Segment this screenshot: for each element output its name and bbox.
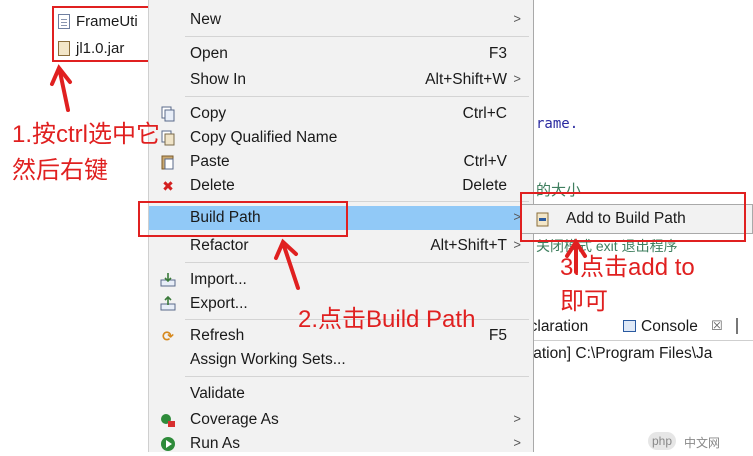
annotation-step3-line2: 即可 [560, 288, 608, 315]
annotation-step1-line1: 1.按ctrl选中它 [12, 121, 161, 148]
annotation-arrows [50, 64, 587, 290]
annotation-step3-line1: 3.点击add to [560, 254, 695, 281]
watermark-php-badge: php [648, 432, 677, 450]
watermark-site-text: 中文网 [684, 436, 721, 450]
annotation-step2: 2.点击Build Path [298, 306, 476, 333]
annotation-step1-line2: 然后右键 [12, 157, 108, 184]
